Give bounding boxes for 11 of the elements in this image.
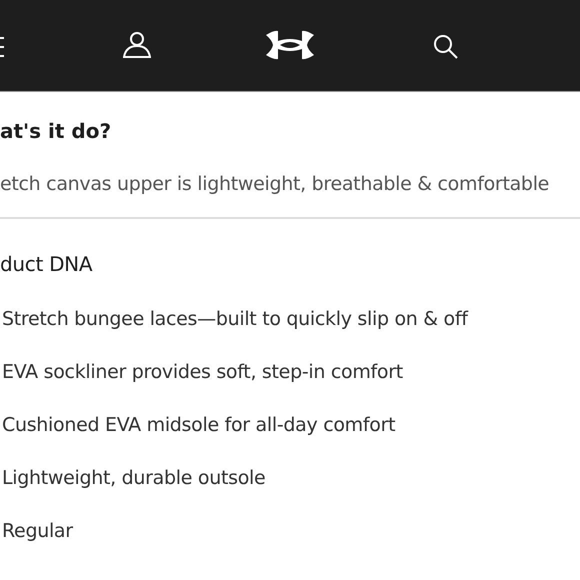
search-icon[interactable] xyxy=(433,34,459,60)
feature-item: Cushioned EVA midsole for all-day comfort xyxy=(1,413,396,438)
feature-item: EVA sockliner provides soft, step-in comfort xyxy=(1,360,404,385)
feature-item: Regular xyxy=(1,519,74,544)
section-heading: at's it do? xyxy=(0,118,112,144)
logo-icon[interactable] xyxy=(264,30,316,60)
feature-item: Lightweight, durable outsole xyxy=(1,466,266,491)
account-icon[interactable] xyxy=(123,32,151,58)
feature-item: Stretch bungee laces—built to quickly slip on & off xyxy=(1,307,470,332)
section-heading: duct DNA xyxy=(0,251,94,277)
description-text: etch canvas upper is lightweight, breathable & comfortable xyxy=(0,172,550,197)
